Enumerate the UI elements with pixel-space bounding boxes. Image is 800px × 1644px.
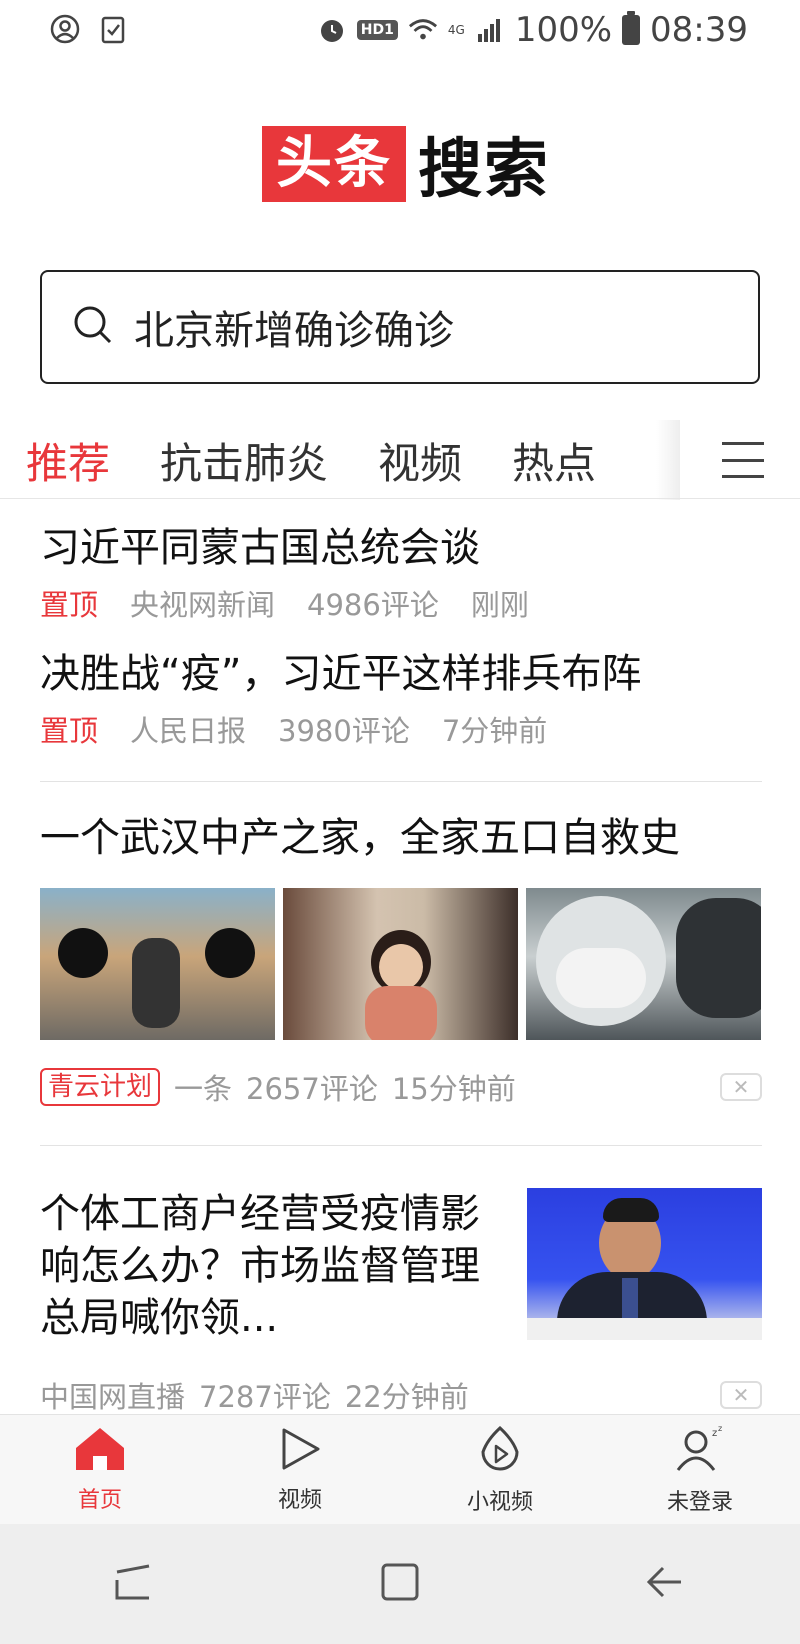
nav-small-video[interactable]: 小视频 [400, 1415, 600, 1524]
hd-badge: HD1 [356, 20, 398, 40]
comment-count: 7287评论 [199, 1380, 331, 1414]
nav-video[interactable]: 视频 [200, 1415, 400, 1524]
publish-time: 刚刚 [470, 588, 529, 622]
nav-label: 首页 [77, 1487, 122, 1513]
dismiss-button[interactable]: ✕ [720, 1073, 762, 1101]
nav-label: 小视频 [466, 1489, 533, 1515]
tab-fight-pneumonia[interactable]: 抗击肺炎 [160, 430, 328, 491]
bottom-navigation: 首页 视频 小视频 zz 未登录 [0, 1414, 800, 1524]
recent-apps-icon[interactable] [111, 1562, 155, 1606]
program-badge: 青云计划 [40, 1068, 161, 1106]
status-left-icons [50, 14, 128, 44]
logo-black-part: 搜索 [418, 133, 550, 207]
article-image[interactable] [283, 888, 518, 1040]
tabs-fade [656, 420, 680, 500]
article-image[interactable] [527, 1188, 762, 1340]
pinned-tag: 置顶 [40, 588, 99, 622]
tab-hot[interactable]: 热点 [512, 430, 596, 491]
user-icon: zz [674, 1424, 726, 1478]
article-image[interactable] [526, 888, 761, 1040]
home-button-icon[interactable] [378, 1560, 422, 1608]
wifi-icon [408, 15, 438, 45]
divider [40, 781, 762, 782]
system-navigation-bar [0, 1524, 800, 1644]
status-right-icons: HD1 4G 100% 08:39 [317, 10, 748, 50]
publish-time: 7分钟前 [441, 714, 548, 748]
comment-count: 3980评论 [278, 714, 410, 748]
feed-item[interactable]: 决胜战“疫”，习近平这样排兵布阵 置顶 人民日报 3980评论 7分钟前 [40, 648, 762, 750]
signal-icon [475, 15, 505, 45]
play-icon [278, 1426, 322, 1476]
account-circle-icon [50, 14, 80, 44]
publish-time: 22分钟前 [344, 1380, 469, 1414]
image-row [40, 888, 762, 1040]
feed-item[interactable]: 一个武汉中产之家，全家五口自救史 青云计划 一条 2657评论 15分钟前 ✕ [40, 812, 762, 1108]
menu-icon[interactable] [722, 442, 764, 478]
feed-item[interactable]: 个体工商户经营受疫情影响怎么办？市场监督管理总局喊你领... 中国网直播 728… [40, 1188, 762, 1416]
alarm-icon [317, 15, 347, 45]
comment-count: 2657评论 [246, 1072, 378, 1106]
publish-time: 15分钟前 [391, 1072, 516, 1106]
comment-count: 4986评论 [307, 588, 439, 622]
article-source: 中国网直播 [40, 1380, 186, 1414]
app-logo: 头条 搜索 [262, 118, 550, 210]
article-title[interactable]: 习近平同蒙古国总统会谈 [40, 522, 762, 574]
home-icon [74, 1426, 126, 1476]
tab-video[interactable]: 视频 [378, 430, 462, 491]
nav-profile[interactable]: zz 未登录 [600, 1415, 800, 1524]
status-bar: HD1 4G 100% 08:39 [0, 0, 800, 62]
article-meta: 中国网直播 7287评论 22分钟前 ✕ [40, 1374, 762, 1416]
search-input[interactable]: 北京新增确诊确诊 [40, 270, 760, 384]
battery-percent: 100% [514, 10, 613, 50]
article-source: 一条 [174, 1072, 233, 1106]
category-tabs: 推荐 抗击肺炎 视频 热点 [0, 420, 800, 500]
battery-icon [622, 11, 641, 45]
article-source: 人民日报 [130, 714, 247, 748]
back-icon[interactable] [645, 1562, 689, 1606]
article-image[interactable] [40, 888, 275, 1040]
tab-recommend[interactable]: 推荐 [26, 430, 110, 491]
clipboard-check-icon [98, 14, 128, 44]
article-source: 央视网新闻 [130, 588, 276, 622]
article-meta: 置顶 央视网新闻 4986评论 刚刚 [40, 582, 762, 624]
search-query-text: 北京新增确诊确诊 [134, 308, 454, 354]
divider [40, 1145, 762, 1146]
article-meta: 青云计划 一条 2657评论 15分钟前 ✕ [40, 1066, 762, 1108]
network-type: 4G [447, 23, 465, 37]
logo-red-part: 头条 [262, 126, 406, 202]
feed-item[interactable]: 习近平同蒙古国总统会谈 置顶 央视网新闻 4986评论 刚刚 [40, 522, 762, 624]
nav-label: 未登录 [666, 1489, 733, 1515]
clock: 08:39 [650, 10, 748, 50]
nav-label: 视频 [277, 1487, 322, 1513]
search-icon [72, 304, 114, 350]
pinned-tag: 置顶 [40, 714, 99, 748]
small-video-icon [477, 1424, 523, 1478]
svg-text:z: z [718, 1424, 722, 1433]
article-meta: 置顶 人民日报 3980评论 7分钟前 [40, 708, 762, 750]
divider [0, 498, 800, 499]
article-title[interactable]: 决胜战“疫”，习近平这样排兵布阵 [40, 648, 762, 700]
dismiss-button[interactable]: ✕ [720, 1381, 762, 1409]
article-title[interactable]: 个体工商户经营受疫情影响怎么办？市场监督管理总局喊你领... [40, 1188, 480, 1344]
nav-home[interactable]: 首页 [0, 1415, 200, 1524]
article-title[interactable]: 一个武汉中产之家，全家五口自救史 [40, 812, 762, 864]
svg-text:z: z [712, 1428, 717, 1439]
